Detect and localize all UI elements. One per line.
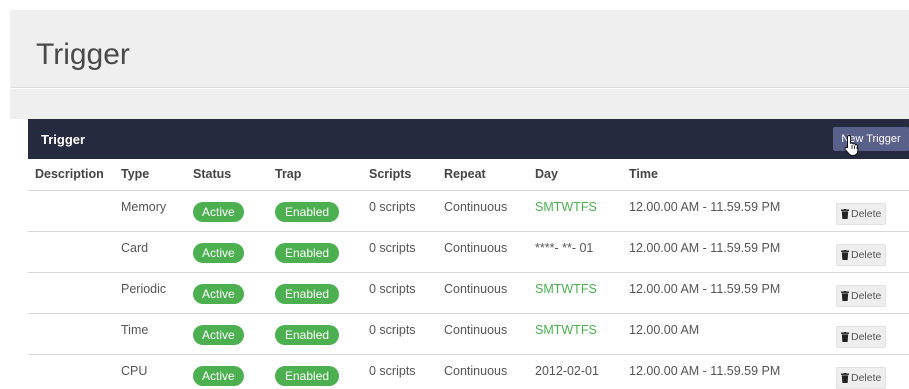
column-header-trap[interactable]: Trap [275, 159, 369, 190]
column-header-description[interactable]: Description [28, 159, 121, 190]
cell-trap: Enabled [275, 190, 369, 231]
table-row[interactable]: Periodic Active Enabled 0 scripts Contin… [28, 272, 909, 313]
table-row[interactable]: Memory Active Enabled 0 scripts Continuo… [28, 190, 909, 231]
trigger-table: Description Type Status Trap Scripts Rep… [28, 159, 909, 389]
cell-repeat: Continuous [444, 281, 508, 296]
cell-type: Periodic [121, 281, 167, 296]
cell-description [28, 231, 121, 272]
cell-type: Memory [121, 199, 167, 214]
column-header-actions [841, 159, 909, 190]
cell-day: SMTWTFS [535, 281, 597, 296]
column-header-status[interactable]: Status [193, 159, 275, 190]
delete-label: Delete [851, 289, 882, 302]
content-gap [10, 89, 909, 119]
table-row[interactable]: Card Active Enabled 0 scripts Continuous… [28, 231, 909, 272]
trash-icon [841, 208, 849, 219]
column-header-scripts[interactable]: Scripts [369, 159, 444, 190]
delete-button[interactable]: Delete [836, 243, 887, 266]
cell-trap: Enabled [275, 272, 369, 313]
page-header: Trigger [10, 10, 909, 88]
hand-pointer-icon [844, 134, 859, 156]
cell-trap: Enabled [275, 354, 369, 389]
delete-label: Delete [851, 248, 882, 261]
cell-status: Active [193, 354, 275, 389]
cell-scripts[interactable]: 0 scripts [369, 231, 444, 272]
cell-time: 12.00.00 AM - 11.59.59 PM [629, 281, 781, 296]
cell-description [28, 313, 121, 354]
delete-label: Delete [851, 371, 882, 384]
trash-icon [841, 249, 849, 260]
status-badge[interactable]: Active [193, 201, 244, 222]
delete-button[interactable]: Delete [836, 202, 887, 225]
status-badge[interactable]: Active [193, 324, 244, 345]
column-header-type[interactable]: Type [121, 159, 193, 190]
table-header-row: Description Type Status Trap Scripts Rep… [28, 159, 909, 190]
page-title: Trigger [36, 38, 130, 71]
cell-scripts[interactable]: 0 scripts [369, 354, 444, 389]
cell-description [28, 190, 121, 231]
status-badge[interactable]: Active [193, 365, 244, 386]
delete-button[interactable]: Delete [836, 284, 887, 307]
delete-label: Delete [851, 207, 882, 220]
cell-time: 12.00.00 AM [629, 322, 700, 337]
cell-scripts[interactable]: 0 scripts [369, 272, 444, 313]
trap-badge[interactable]: Enabled [275, 242, 340, 263]
cell-type: Card [121, 240, 149, 255]
cell-type: Time [121, 322, 149, 337]
column-header-time[interactable]: Time [629, 159, 841, 190]
trash-icon [841, 331, 849, 342]
status-badge[interactable]: Active [193, 283, 244, 304]
cell-day: ****- **- 01 [535, 240, 594, 255]
trap-badge[interactable]: Enabled [275, 201, 340, 222]
trap-badge[interactable]: Enabled [275, 324, 340, 345]
cell-repeat: Continuous [444, 240, 508, 255]
cell-trap: Enabled [275, 313, 369, 354]
cell-status: Active [193, 231, 275, 272]
column-header-repeat[interactable]: Repeat [444, 159, 535, 190]
panel-header: Trigger New Trigger [28, 119, 909, 159]
status-badge[interactable]: Active [193, 242, 244, 263]
cell-description [28, 272, 121, 313]
cell-status: Active [193, 313, 275, 354]
cell-time: 12.00.00 AM - 11.59.59 PM [629, 363, 781, 378]
cell-time: 12.00.00 AM - 11.59.59 PM [629, 199, 781, 214]
cell-actions: Delete [836, 272, 909, 313]
column-header-day[interactable]: Day [535, 159, 629, 190]
cell-actions: Delete [836, 190, 909, 231]
cell-actions: Delete [836, 231, 909, 272]
table-row[interactable]: Time Active Enabled 0 scripts Continuous… [28, 313, 909, 354]
cell-day: SMTWTFS [535, 199, 597, 214]
cell-repeat: Continuous [444, 322, 508, 337]
cell-trap: Enabled [275, 231, 369, 272]
cell-scripts[interactable]: 0 scripts [369, 313, 444, 354]
cell-time: 12.00.00 AM - 11.59.59 PM [629, 240, 781, 255]
trash-icon [841, 372, 849, 383]
cell-type: CPU [121, 363, 148, 378]
cell-actions: Delete [836, 313, 909, 354]
cell-day: 2012-02-01 [535, 363, 599, 378]
cell-description [28, 354, 121, 389]
table-row[interactable]: CPU Active Enabled 0 scripts Continuous … [28, 354, 909, 389]
cell-repeat: Continuous [444, 199, 508, 214]
cell-day: SMTWTFS [535, 322, 597, 337]
delete-label: Delete [851, 330, 882, 343]
delete-button[interactable]: Delete [836, 366, 887, 389]
cell-scripts[interactable]: 0 scripts [369, 190, 444, 231]
trap-badge[interactable]: Enabled [275, 283, 340, 304]
trap-badge[interactable]: Enabled [275, 365, 340, 386]
cell-status: Active [193, 190, 275, 231]
trash-icon [841, 290, 849, 301]
panel-title: Trigger [41, 132, 86, 147]
delete-button[interactable]: Delete [836, 325, 887, 348]
cell-repeat: Continuous [444, 363, 508, 378]
cell-actions: Delete [836, 354, 909, 389]
cell-status: Active [193, 272, 275, 313]
